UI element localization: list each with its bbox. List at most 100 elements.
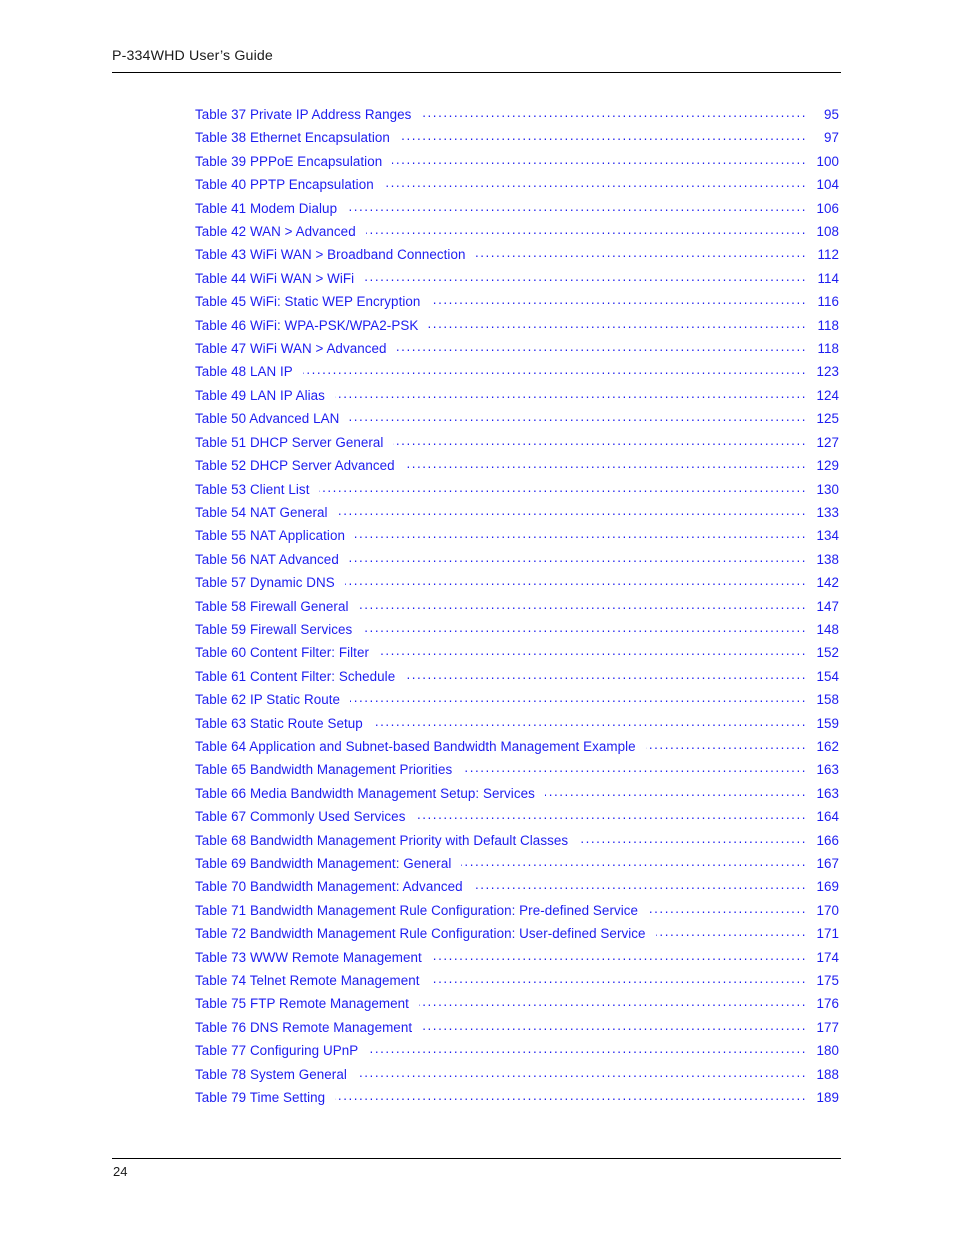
- toc-entry-label: Table 77 Configuring UPnP: [195, 1043, 359, 1059]
- toc-entry[interactable]: Table 79 Time Setting 189: [195, 1089, 839, 1112]
- document-page: P-334WHD User’s Guide Table 37 Private I…: [0, 0, 954, 1235]
- toc-entry[interactable]: Table 55 NAT Application 134: [195, 527, 839, 550]
- toc-dot-leader: [319, 481, 807, 494]
- toc-entry[interactable]: Table 63 Static Route Setup 159: [195, 715, 839, 738]
- toc-dot-leader: [338, 504, 807, 517]
- toc-entry[interactable]: Table 44 WiFi WAN > WiFi 114: [195, 270, 839, 293]
- toc-entry-label: Table 69 Bandwidth Management: General: [195, 856, 452, 871]
- toc-entry-label: Table 41 Modem Dialup: [195, 200, 338, 216]
- toc-entry[interactable]: Table 76 DNS Remote Management 177: [195, 1019, 839, 1042]
- toc-entry[interactable]: Table 61 Content Filter: Schedule 154: [195, 668, 839, 691]
- running-header: P-334WHD User’s Guide: [112, 47, 841, 65]
- toc-entry[interactable]: Table 74 Telnet Remote Management 175: [195, 972, 839, 995]
- toc-entry[interactable]: Table 68 Bandwidth Management Priority w…: [195, 832, 839, 855]
- toc-entry-page-number: 97: [823, 130, 839, 146]
- toc-entry[interactable]: Table 37 Private IP Address Ranges 95: [195, 106, 839, 129]
- toc-entry-page-number: 176: [816, 996, 839, 1012]
- toc-entry[interactable]: Table 64 Application and Subnet-based Ba…: [195, 738, 839, 761]
- toc-entry-page-number: 114: [817, 270, 839, 286]
- toc-entry-page-number: 147: [816, 598, 839, 614]
- toc-entry[interactable]: Table 60 Content Filter: Filter 152: [195, 644, 839, 667]
- toc-entry[interactable]: Table 53 Client List 130: [195, 481, 839, 504]
- toc-entry-page-number: 189: [816, 1090, 839, 1106]
- toc-dot-leader: [350, 691, 807, 704]
- toc-entry[interactable]: Table 41 Modem Dialup 106: [195, 200, 839, 223]
- toc-entry-label: Table 58 Firewall General: [195, 598, 349, 614]
- toc-dot-leader: [476, 246, 807, 259]
- toc-entry[interactable]: Table 67 Commonly Used Services 164: [195, 808, 839, 831]
- toc-dot-leader: [421, 106, 807, 119]
- toc-entry[interactable]: Table 66 Media Bandwidth Management Setu…: [195, 785, 839, 808]
- toc-dot-leader: [462, 761, 807, 774]
- toc-dot-leader: [355, 527, 807, 540]
- document-title: P-334WHD User’s Guide: [112, 48, 273, 64]
- toc-dot-leader: [405, 457, 807, 470]
- toc-entry[interactable]: Table 62 IP Static Route 158: [195, 691, 839, 714]
- toc-entry-page-number: 152: [816, 645, 839, 661]
- toc-entry[interactable]: Table 43 WiFi WAN > Broadband Connection…: [195, 246, 839, 269]
- toc-dot-leader: [405, 668, 807, 681]
- toc-entry[interactable]: Table 56 NAT Advanced 138: [195, 551, 839, 574]
- toc-dot-leader: [384, 176, 807, 189]
- toc-entry-page-number: 180: [816, 1043, 839, 1059]
- toc-dot-leader: [364, 270, 807, 283]
- toc-entry[interactable]: Table 54 NAT General 133: [195, 504, 839, 527]
- toc-entry-label: Table 79 Time Setting: [195, 1090, 326, 1106]
- toc-entry[interactable]: Table 57 Dynamic DNS 142: [195, 574, 839, 597]
- toc-dot-leader: [422, 1019, 807, 1032]
- toc-entry[interactable]: Table 45 WiFi: Static WEP Encryption 116: [195, 293, 839, 316]
- toc-dot-leader: [393, 434, 807, 447]
- toc-entry[interactable]: Table 75 FTP Remote Management 176: [195, 995, 839, 1018]
- toc-entry-page-number: 104: [816, 177, 839, 193]
- toc-dot-leader: [359, 598, 807, 611]
- toc-entry-page-number: 163: [816, 785, 839, 801]
- toc-entry-page-number: 175: [816, 973, 839, 989]
- toc-entry-page-number: 174: [816, 949, 839, 965]
- toc-entry[interactable]: Table 42 WAN > Advanced 108: [195, 223, 839, 246]
- toc-entry-label: Table 71 Bandwidth Management Rule Confi…: [195, 902, 639, 918]
- toc-entry-label: Table 51 DHCP Server General: [195, 434, 384, 450]
- toc-entry-page-number: 142: [816, 575, 839, 591]
- toc-entry-label: Table 59 Firewall Services: [195, 621, 353, 637]
- toc-entry-label: Table 52 DHCP Server Advanced: [195, 458, 395, 474]
- toc-entry[interactable]: Table 72 Bandwidth Management Rule Confi…: [195, 925, 839, 948]
- toc-dot-leader: [303, 363, 807, 376]
- toc-entry[interactable]: Table 58 Firewall General 147: [195, 598, 839, 621]
- toc-entry[interactable]: Table 46 WiFi: WPA-PSK/WPA2-PSK 118: [195, 317, 839, 340]
- toc-entry-page-number: 118: [817, 341, 839, 357]
- toc-entry-label: Table 57 Dynamic DNS: [195, 575, 335, 591]
- toc-entry[interactable]: Table 49 LAN IP Alias 124: [195, 387, 839, 410]
- toc-entry-page-number: 166: [816, 832, 839, 848]
- toc-entry-label: Table 70 Bandwidth Management: Advanced: [195, 879, 463, 895]
- toc-entry[interactable]: Table 70 Bandwidth Management: Advanced 1…: [195, 878, 839, 901]
- toc-entry-page-number: 123: [816, 364, 839, 380]
- toc-entry-label: Table 53 Client List: [195, 481, 310, 497]
- toc-entry-page-number: 108: [816, 224, 839, 240]
- toc-entry[interactable]: Table 40 PPTP Encapsulation 104: [195, 176, 839, 199]
- toc-entry[interactable]: Table 51 DHCP Server General 127: [195, 434, 839, 457]
- toc-entry[interactable]: Table 50 Advanced LAN 125: [195, 410, 839, 433]
- toc-entry-page-number: 133: [816, 504, 839, 520]
- toc-entry-label: Table 66 Media Bandwidth Management Setu…: [195, 785, 535, 801]
- toc-entry[interactable]: Table 78 System General 188: [195, 1066, 839, 1089]
- toc-entry-label: Table 43 WiFi WAN > Broadband Connection: [195, 247, 466, 263]
- toc-dot-leader: [397, 340, 807, 353]
- toc-entry[interactable]: Table 52 DHCP Server Advanced 129: [195, 457, 839, 480]
- toc-entry-label: Table 67 Commonly Used Services: [195, 809, 406, 825]
- toc-dot-leader: [415, 808, 807, 821]
- toc-entry[interactable]: Table 77 Configuring UPnP 180: [195, 1042, 839, 1065]
- toc-dot-leader: [373, 715, 807, 728]
- toc-entry[interactable]: Table 48 LAN IP 123: [195, 363, 839, 386]
- toc-entry[interactable]: Table 73 WWW Remote Management 174: [195, 949, 839, 972]
- toc-dot-leader: [648, 902, 807, 915]
- toc-dot-leader: [347, 200, 807, 213]
- toc-entry[interactable]: Table 71 Bandwidth Management Rule Confi…: [195, 902, 839, 925]
- toc-entry[interactable]: Table 69 Bandwidth Management: General 16…: [195, 855, 839, 878]
- toc-entry[interactable]: Table 47 WiFi WAN > Advanced 118: [195, 340, 839, 363]
- toc-entry[interactable]: Table 39 PPPoE Encapsulation 100: [195, 153, 839, 176]
- toc-entry-page-number: 95: [823, 107, 839, 122]
- toc-entry[interactable]: Table 65 Bandwidth Management Priorities…: [195, 761, 839, 784]
- toc-entry[interactable]: Table 38 Ethernet Encapsulation 97: [195, 129, 839, 152]
- toc-entry-page-number: 138: [816, 551, 839, 567]
- toc-entry[interactable]: Table 59 Firewall Services 148: [195, 621, 839, 644]
